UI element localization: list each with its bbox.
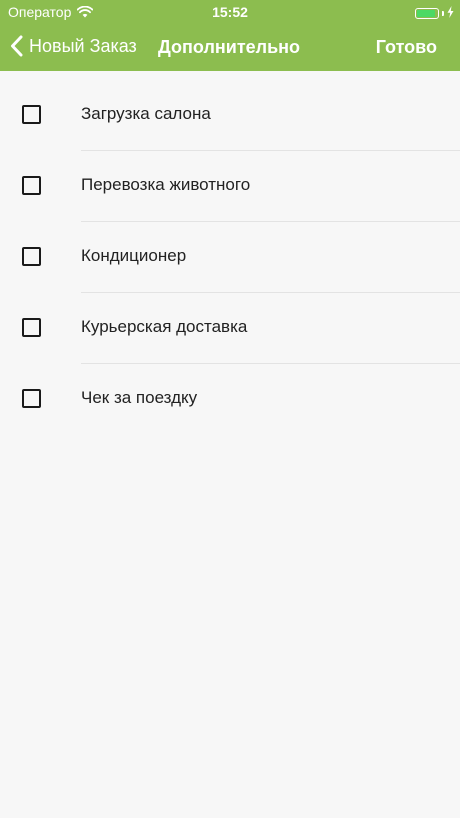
option-pet-transport[interactable]: Перевозка животного: [0, 151, 460, 222]
option-trip-receipt[interactable]: Чек за поездку: [0, 364, 460, 435]
page-title: Дополнительно: [158, 37, 301, 57]
back-button[interactable]: Новый Заказ: [10, 35, 137, 57]
status-time: 15:52: [212, 4, 248, 20]
checkbox[interactable]: [22, 176, 41, 195]
navigation-bar: Новый Заказ Дополнительно Готово: [0, 24, 460, 71]
option-courier-delivery[interactable]: Курьерская доставка: [0, 293, 460, 364]
battery-icon: [415, 7, 439, 19]
chevron-left-icon: [10, 35, 23, 57]
option-label: Курьерская доставка: [81, 317, 248, 336]
option-cabin-loading[interactable]: Загрузка салона: [0, 80, 460, 151]
status-bar: Оператор 15:52: [0, 0, 460, 24]
checkbox[interactable]: [22, 247, 41, 266]
battery-tip: [442, 10, 444, 16]
checkbox[interactable]: [22, 105, 41, 124]
option-label: Кондиционер: [81, 246, 187, 265]
header: Оператор 15:52 Новый Заказ Дополнительно…: [0, 0, 460, 71]
option-air-conditioner[interactable]: Кондиционер: [0, 222, 460, 293]
option-label: Загрузка салона: [81, 104, 211, 123]
options-list: Загрузка салона Перевозка животного Конд…: [0, 80, 460, 435]
option-label: Перевозка животного: [81, 175, 251, 194]
checkbox[interactable]: [22, 318, 41, 337]
battery-group: [415, 5, 454, 21]
option-label: Чек за поездку: [81, 388, 198, 407]
battery-fill: [417, 9, 435, 17]
charging-bolt-icon: [447, 5, 454, 21]
back-button-label: Новый Заказ: [29, 35, 137, 56]
done-button[interactable]: Готово: [376, 37, 437, 58]
checkbox[interactable]: [22, 389, 41, 408]
